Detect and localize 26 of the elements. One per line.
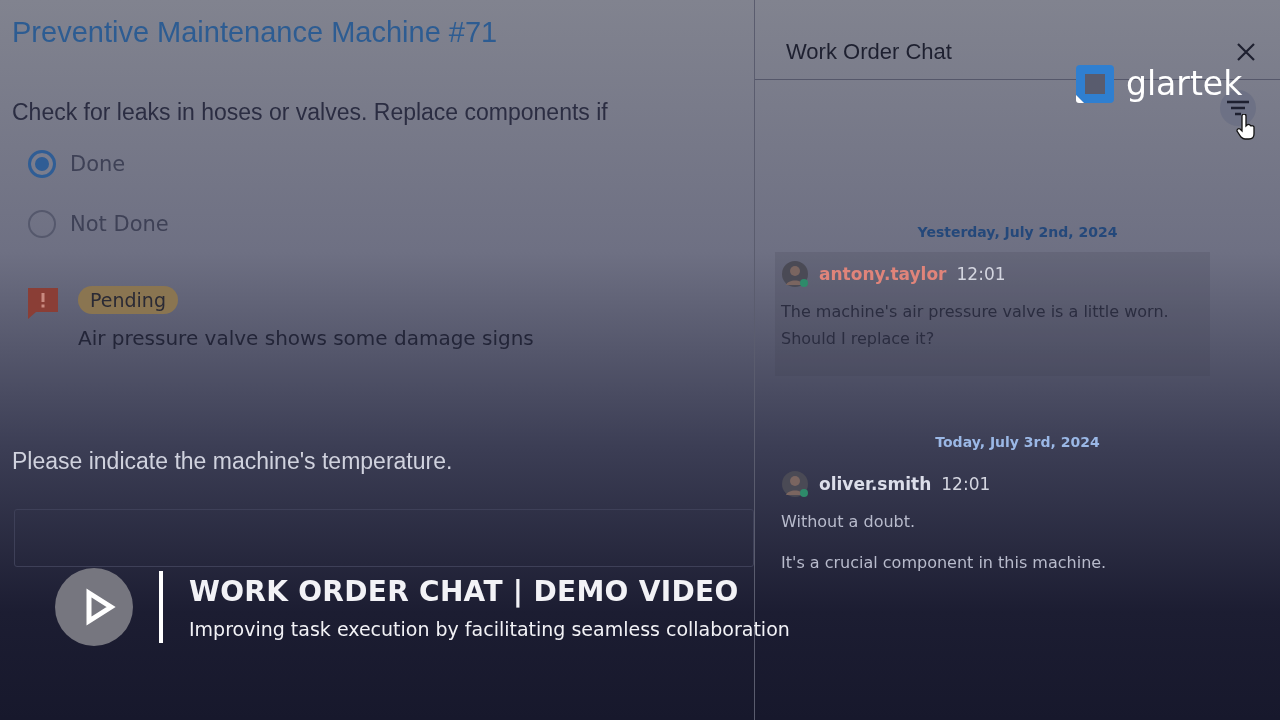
date-divider: Yesterday, July 2nd, 2024 [916, 224, 1119, 240]
chat-title: Work Order Chat [786, 38, 952, 65]
issue-description: Air pressure valve shows some damage signs [78, 326, 534, 350]
radio-icon[interactable] [28, 150, 56, 178]
input-field[interactable] [14, 509, 754, 567]
radio-option[interactable]: Done [28, 150, 754, 178]
question-text: Check for leaks in hoses or valves. Replace components if [12, 99, 609, 126]
video-title: WORK ORDER CHAT | DEMO VIDEO [189, 574, 740, 608]
message-time: 12:01 [941, 474, 991, 494]
page-title: Preventive Maintenance Machine #71 [12, 16, 499, 49]
message-time: 12:01 [956, 264, 1006, 284]
status-badge: Pending [78, 286, 178, 314]
author-name: oliver.smith [819, 474, 932, 494]
date-divider: Today, July 3rd, 2024 [934, 434, 1101, 450]
hand-cursor-icon [1236, 114, 1256, 142]
logo-text: glartek [1126, 64, 1243, 103]
author-name: antony.taylor [819, 264, 947, 284]
message-text: Without a doubt. [781, 511, 917, 533]
avatar-icon [781, 260, 809, 288]
close-icon[interactable] [1236, 41, 1256, 62]
video-subtitle: Improving task execution by facilitating seamless collaboration [189, 617, 790, 640]
question-text: Please indicate the machine's temperature. [12, 448, 454, 475]
radio-icon[interactable] [28, 210, 56, 238]
alert-icon [26, 286, 60, 320]
message-text: It's a crucial component in this machine. [781, 552, 1108, 574]
avatar-icon [781, 470, 809, 498]
